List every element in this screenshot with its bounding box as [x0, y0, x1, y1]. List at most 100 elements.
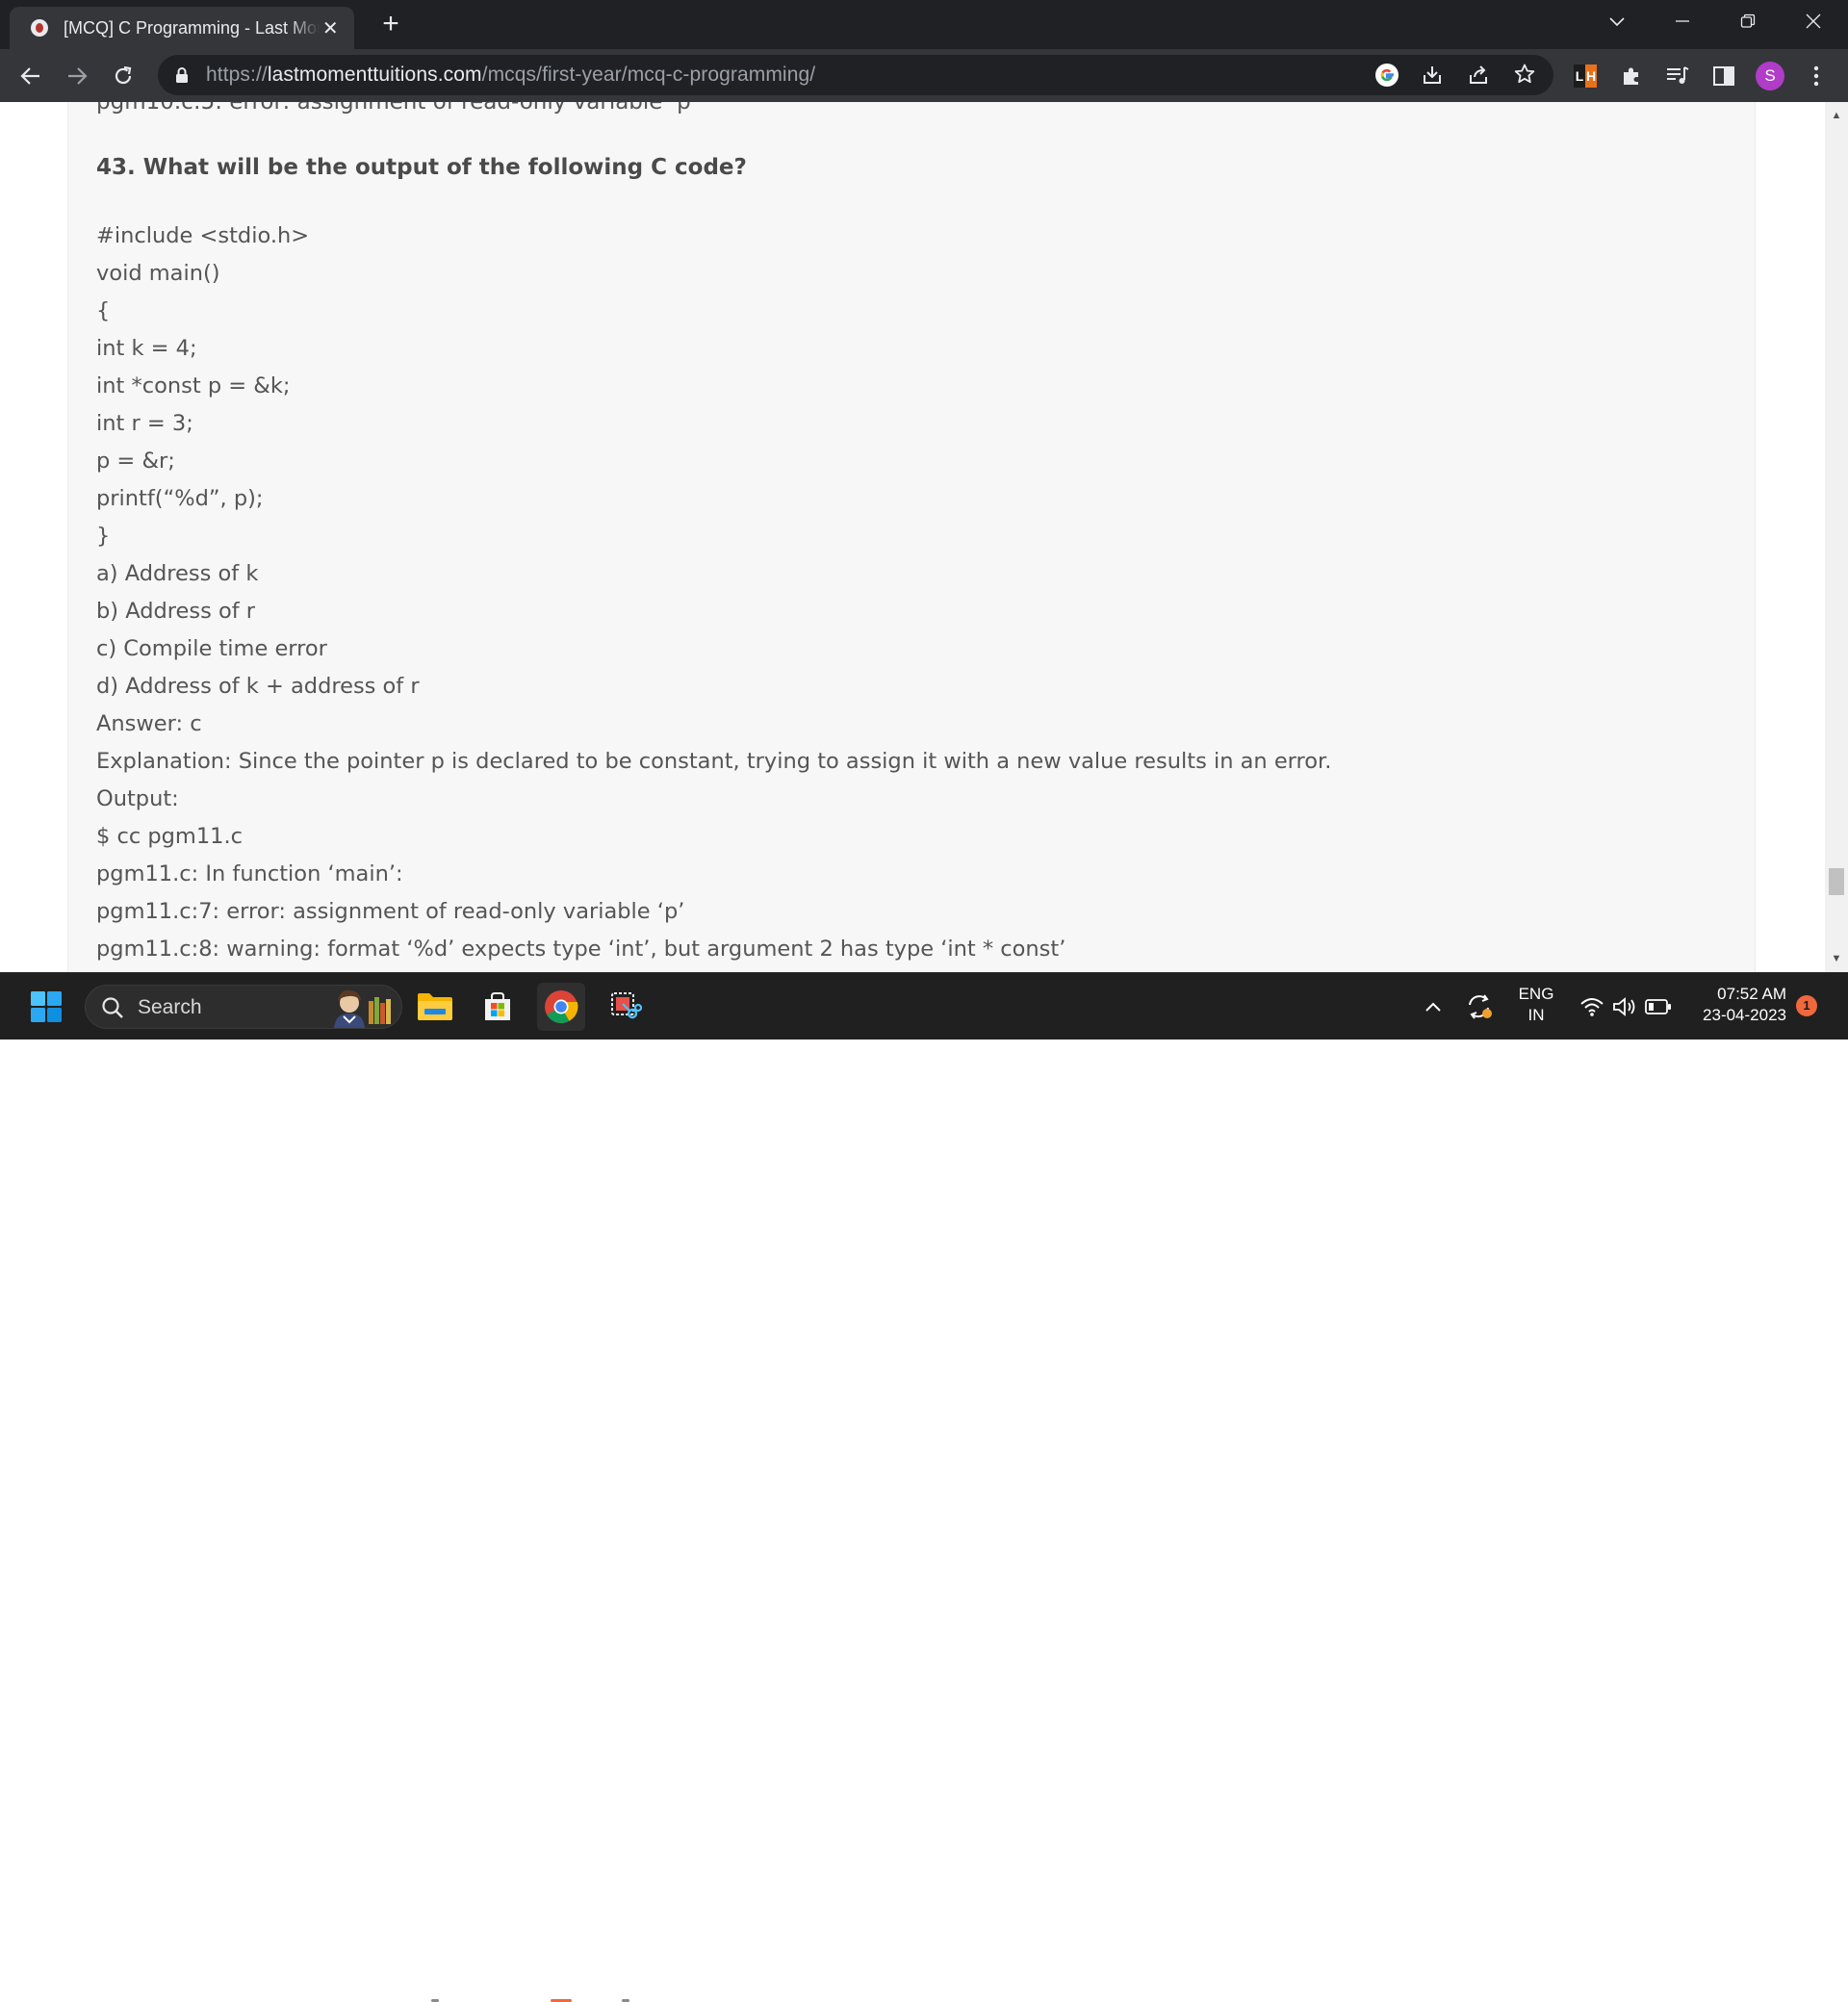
content-line: Answer: c — [96, 711, 202, 736]
share-icon — [1470, 65, 1487, 84]
clock[interactable]: 07:52 AM 23-04-2023 — [1686, 984, 1786, 1026]
chevron-down-icon — [1609, 17, 1625, 27]
content-line: b) Address of r — [96, 599, 256, 624]
url-host: lastmomenttuitions.com — [267, 64, 482, 86]
lock-icon[interactable] — [175, 67, 189, 83]
close-icon — [1806, 13, 1821, 29]
content-line: void main() — [96, 261, 220, 286]
url-text[interactable]: https://lastmomenttuitions.com/mcqs/firs… — [206, 64, 815, 87]
question-body: #include <stdio.h> void main() { int k = 4;… — [96, 218, 1636, 968]
content-line: $ cc pgm11.c — [96, 824, 243, 849]
close-window-button[interactable] — [1781, 0, 1846, 42]
tab-close-icon[interactable]: ✕ — [320, 16, 341, 40]
page-scrollbar[interactable]: ▲ ▼ — [1825, 102, 1848, 972]
content-line: #include <stdio.h> — [96, 223, 310, 248]
store-icon — [485, 992, 510, 1020]
minimize-button[interactable] — [1650, 0, 1715, 42]
content-line: p = &r; — [96, 449, 175, 474]
windows-taskbar: Search ENG IN 07:52 AM 23-04-2023 — [0, 972, 1848, 2002]
forward-button[interactable] — [60, 59, 94, 93]
google-lens-button[interactable] — [1374, 63, 1399, 92]
region-code: IN — [1527, 1006, 1545, 1024]
extensions-button[interactable] — [1614, 59, 1649, 93]
avatar: S — [1756, 62, 1784, 90]
download-icon — [1424, 66, 1441, 84]
share-button[interactable] — [1467, 64, 1490, 91]
side-panel-icon — [1713, 66, 1734, 86]
reload-button[interactable] — [106, 59, 141, 93]
url-scheme: https:// — [206, 64, 268, 86]
address-bar[interactable]: https://lastmomenttuitions.com/mcqs/firs… — [158, 55, 1553, 95]
chrome-menu-button[interactable] — [1799, 59, 1834, 93]
content-line: { — [96, 298, 111, 323]
page-viewport: pgm10.c:5: error: assignment of read-onl… — [0, 102, 1825, 972]
clock-time: 07:52 AM — [1717, 985, 1786, 1003]
content-line: d) Address of k + address of r — [96, 674, 420, 699]
chrome-taskbar-button[interactable] — [537, 983, 585, 1031]
browser-toolbar: https://lastmomenttuitions.com/mcqs/firs… — [0, 49, 1848, 102]
sync-icon — [1469, 994, 1492, 1019]
restore-icon — [1740, 13, 1756, 28]
scroll-down-icon[interactable]: ▼ — [1831, 953, 1842, 964]
restore-button[interactable] — [1715, 0, 1781, 42]
content-line: Output: — [96, 786, 179, 811]
content-line: c) Compile time error — [96, 636, 327, 661]
search-label: Search — [138, 996, 202, 1018]
extension-lh-button[interactable]: L H — [1568, 59, 1603, 93]
input-language-indicator[interactable]: ENG IN — [1511, 984, 1561, 1026]
file-explorer-taskbar-button[interactable] — [411, 983, 459, 1031]
chrome-icon — [545, 990, 578, 1023]
chevron-up-icon — [1425, 1002, 1441, 1012]
snipping-tool-taskbar-button[interactable] — [602, 983, 650, 1031]
url-path: /mcqs/first-year/mcq-c-programming/ — [481, 64, 816, 86]
install-app-button[interactable] — [1421, 64, 1444, 91]
battery-icon — [1645, 999, 1671, 1014]
content-line: printf(“%d”, p); — [96, 486, 264, 511]
microsoft-store-taskbar-button[interactable] — [474, 983, 522, 1031]
content-line: Explanation: Since the pointer p is decl… — [96, 749, 1332, 774]
content-line: pgm11.c:8: warning: format ‘%d’ expects … — [96, 937, 1066, 962]
previous-output-line: pgm10.c:5: error: assignment of read-onl… — [96, 102, 698, 115]
lh-extension-icon: L H — [1574, 64, 1597, 88]
content-line: int k = 4; — [96, 336, 197, 361]
start-button[interactable] — [22, 983, 70, 1031]
profile-button[interactable]: S — [1753, 59, 1787, 93]
clock-date: 23-04-2023 — [1703, 1006, 1786, 1024]
content-line: pgm11.c: In function ‘main’: — [96, 861, 403, 886]
tab-title: [MCQ] C Programming - Last Moment Tuitio… — [64, 17, 320, 38]
tab-search-button[interactable] — [1584, 0, 1650, 42]
search-highlight-icon — [334, 989, 391, 1028]
media-control-button[interactable] — [1660, 59, 1695, 93]
taskbar-search[interactable]: Search — [85, 985, 402, 1029]
playlist-music-icon — [1667, 66, 1689, 84]
show-hidden-icons-button[interactable] — [1411, 983, 1455, 1031]
bookmark-button[interactable] — [1513, 63, 1536, 90]
content-line: int *const p = &k; — [96, 373, 291, 398]
reload-icon — [115, 65, 132, 85]
mcq-content: pgm10.c:5: error: assignment of read-onl… — [96, 102, 1636, 968]
wifi-icon — [1580, 998, 1604, 1016]
arrow-right-icon — [68, 67, 88, 85]
network-volume-battery-button[interactable] — [1571, 983, 1681, 1031]
question-heading: 43. What will be the output of the follo… — [96, 155, 747, 180]
minimize-icon — [1676, 20, 1689, 22]
arrow-left-icon — [20, 67, 39, 85]
star-icon — [1514, 64, 1535, 84]
volume-icon — [1613, 997, 1635, 1016]
notification-badge[interactable]: 1 — [1796, 995, 1817, 1016]
back-button[interactable] — [13, 59, 48, 93]
more-vert-icon — [1813, 65, 1819, 87]
content-line: int r = 3; — [96, 411, 193, 436]
content-line: pgm11.c:7: error: assignment of read-onl… — [96, 899, 685, 924]
browser-tab[interactable]: [MCQ] C Programming - Last Moment Tuitio… — [10, 7, 354, 49]
browser-titlebar: [MCQ] C Programming - Last Moment Tuitio… — [0, 0, 1848, 49]
snipping-tool-icon — [611, 992, 642, 1019]
content-line: } — [96, 524, 111, 549]
side-panel-button[interactable] — [1707, 59, 1741, 93]
new-tab-button[interactable]: + — [375, 10, 406, 40]
folder-icon — [418, 993, 452, 1020]
sync-tray-button[interactable] — [1457, 983, 1502, 1031]
scroll-up-icon[interactable]: ▲ — [1831, 110, 1842, 121]
puzzle-icon — [1624, 67, 1638, 85]
scrollbar-thumb[interactable] — [1829, 868, 1844, 895]
